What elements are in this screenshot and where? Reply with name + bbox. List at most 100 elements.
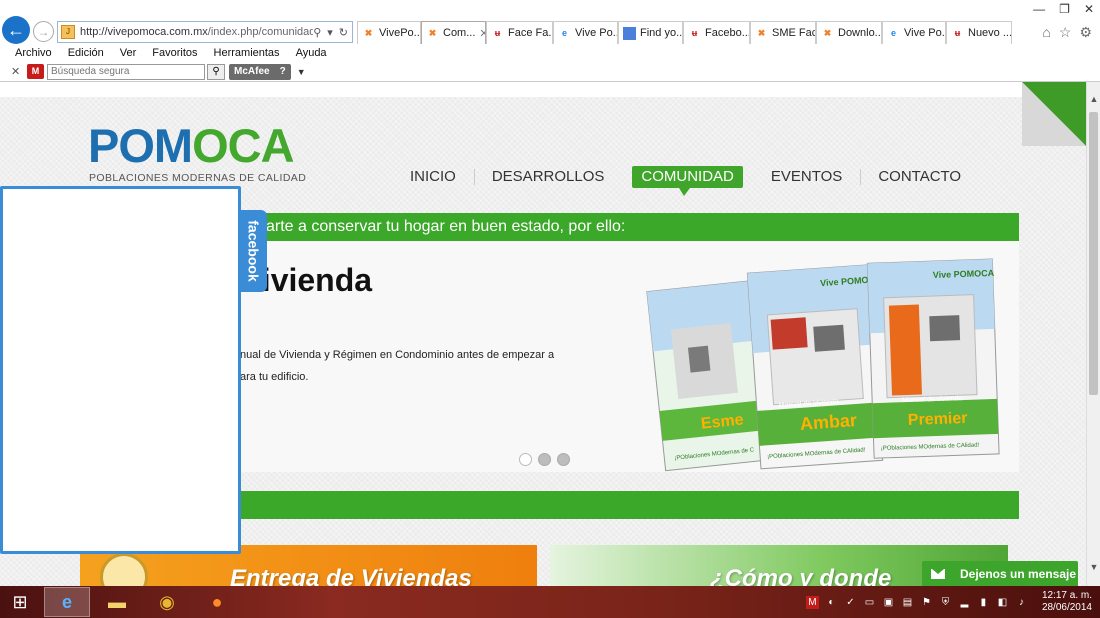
gear-icon[interactable]: ⚙ [1079,24,1092,41]
battery-icon[interactable]: ▮ [977,596,990,609]
face-icon: ʉ [951,26,964,40]
scroll-down-icon[interactable]: ▼ [1087,560,1100,574]
brochure-name: Ambar [799,410,857,434]
address-bar[interactable]: J http://vivepomoca.com.mx/index.php/com… [57,21,353,43]
windows-taskbar: ⊞ e ▬ ◉ ● M ◐ ✓ ▭ ▣ ▤ ⚑ ⛨ ▂ ▮ ◧ ♪ 12:17 … [0,586,1100,618]
close-toolbar-icon[interactable]: ✕ [11,65,23,78]
browser-tab[interactable]: eVive Po... [882,21,946,44]
nav-inicio[interactable]: INICIO [392,166,474,188]
chrome-icon: ◉ [159,591,175,612]
mcafee-shield-icon[interactable]: M [27,64,44,79]
blue-square-icon [623,26,636,40]
search-button[interactable]: ⚲ [207,63,225,80]
toolbar-dropdown-icon[interactable]: ▼ [297,67,306,77]
browser-tab[interactable]: ✖SME Fac... [750,21,816,44]
menu-archivo[interactable]: Archivo [15,47,52,59]
site-logo[interactable]: POMOCA POBLACIONES MODERNAS DE CALIDAD [88,119,308,189]
browser-tab[interactable]: ʉ Nuevo ... [946,21,1012,44]
browser-tab[interactable]: ✖ VivePo... [357,21,421,44]
nav-desarrollos[interactable]: DESARROLLOS [473,166,623,188]
scroll-thumb[interactable] [1089,112,1098,395]
arrow-right-icon: → [37,24,50,39]
scroll-up-icon[interactable]: ▲ [1087,92,1100,106]
browser-tab[interactable]: ✖ Downlo... [816,21,882,44]
nav-contacto[interactable]: CONTACTO [860,166,979,188]
search-icon[interactable]: ⚲ [313,26,321,39]
menu-ayuda[interactable]: Ayuda [296,47,327,59]
slider-pagination [519,453,570,466]
home-icon[interactable]: ⌂ [1042,24,1050,41]
envelope-icon [931,568,945,579]
browser-tab-bar: ← → J http://vivepomoca.com.mx/index.php… [0,0,1100,44]
folder-icon: ▬ [108,591,126,612]
slider-dot[interactable] [519,453,532,466]
clock-date: 28/06/2014 [1041,602,1092,613]
monitor-icon[interactable]: ▭ [863,596,876,609]
safe-search-input[interactable] [47,63,205,80]
facebook-tab[interactable]: facebook [241,210,267,292]
network-tray-icon[interactable]: ▤ [901,596,914,609]
facebook-like-panel [0,186,241,554]
taskbar-internet-explorer[interactable]: e [44,587,90,617]
browser-tab[interactable]: Find yo... [618,21,683,44]
leave-message-button[interactable]: Dejenos un mensaje [922,561,1078,586]
logo-tagline: POBLACIONES MODERNAS DE CALIDAD [89,172,307,184]
menu-herramientas[interactable]: Herramientas [214,47,280,59]
display-icon[interactable]: ▣ [882,596,895,609]
slider-dot[interactable] [538,453,551,466]
volume-icon[interactable]: ♪ [1015,596,1028,609]
clock-time: 12:17 a. m. [1041,590,1092,601]
taskbar-file-explorer[interactable]: ▬ [94,587,140,617]
housing-manuals-image: Esme ¡POblaciones MOdernas de C Vive POM… [646,258,1000,472]
ie-icon: e [561,27,567,38]
slider-dot[interactable] [557,453,570,466]
corner-peel-ad[interactable] [1022,82,1086,146]
nav-eventos[interactable]: EVENTOS [753,166,860,188]
brochure-name: Premier [908,410,968,429]
main-navigation: INICIO DESARROLLOS COMUNIDAD EVENTOS CON… [392,166,979,196]
back-button[interactable]: ← [2,16,30,44]
logo-wordmark: POMOCA [88,119,295,172]
slide-text: ara tu edificio. [240,371,309,383]
vertical-scrollbar[interactable]: ▲ ▼ [1086,82,1100,586]
action-center-icon[interactable]: ⚑ [920,596,933,609]
page-viewport: POMOCA POBLACIONES MODERNAS DE CALIDAD I… [0,82,1086,586]
menu-edicion[interactable]: Edición [68,47,104,59]
forward-button[interactable]: → [33,21,54,42]
nav-comunidad[interactable]: COMUNIDAD [632,166,743,196]
search-icon: ⚲ [212,65,220,77]
slider-band: arte a conservar tu hogar en buen estado… [240,213,1019,241]
face-icon: ʉ [688,26,701,40]
shield-icon[interactable]: ⛨ [939,596,952,609]
close-tab-icon[interactable]: ✕ [479,27,485,40]
star-icon[interactable]: ☆ [1059,24,1072,41]
browser-tab-active[interactable]: ✖Com...✕ [421,21,486,44]
update-icon[interactable]: ◐ [825,596,838,609]
signal-icon[interactable]: ◧ [996,596,1009,609]
dropdown-icon[interactable]: ▾ [327,26,333,39]
help-icon[interactable]: ? [280,64,286,80]
restore-icon[interactable]: ❐ [1059,2,1070,16]
browser-tab[interactable]: ʉ Face Fa... [486,21,553,44]
menu-favoritos[interactable]: Favoritos [152,47,197,59]
minimize-icon[interactable]: — [1033,2,1045,16]
mcafee-tray-icon[interactable]: M [805,595,819,609]
start-button[interactable]: ⊞ [0,587,40,617]
firefox-icon: ● [211,591,223,612]
refresh-icon[interactable]: ↻ [339,26,348,39]
slide-text: nual de Vivienda y Régimen en Condominio… [240,349,555,361]
browser-tab[interactable]: eVive Po... [553,21,618,44]
close-window-icon[interactable]: ✕ [1084,2,1094,16]
system-tray: M ◐ ✓ ▭ ▣ ▤ ⚑ ⛨ ▂ ▮ ◧ ♪ 12:17 a. m. 28/0… [805,586,1092,618]
security-icon[interactable]: ✓ [844,596,857,609]
wifi-icon[interactable]: ▂ [958,596,971,609]
site-favicon: J [61,25,75,39]
browser-tab[interactable]: ʉ Facebo... [683,21,750,44]
menu-ver[interactable]: Ver [120,47,137,59]
taskbar-chrome[interactable]: ◉ [144,587,190,617]
promo-emblem-icon [100,553,148,586]
mcafee-button[interactable]: McAfee? [229,63,291,80]
joomla-icon: ✖ [364,27,373,38]
taskbar-firefox[interactable]: ● [194,587,240,617]
system-clock[interactable]: 12:17 a. m. 28/06/2014 [1042,590,1092,614]
